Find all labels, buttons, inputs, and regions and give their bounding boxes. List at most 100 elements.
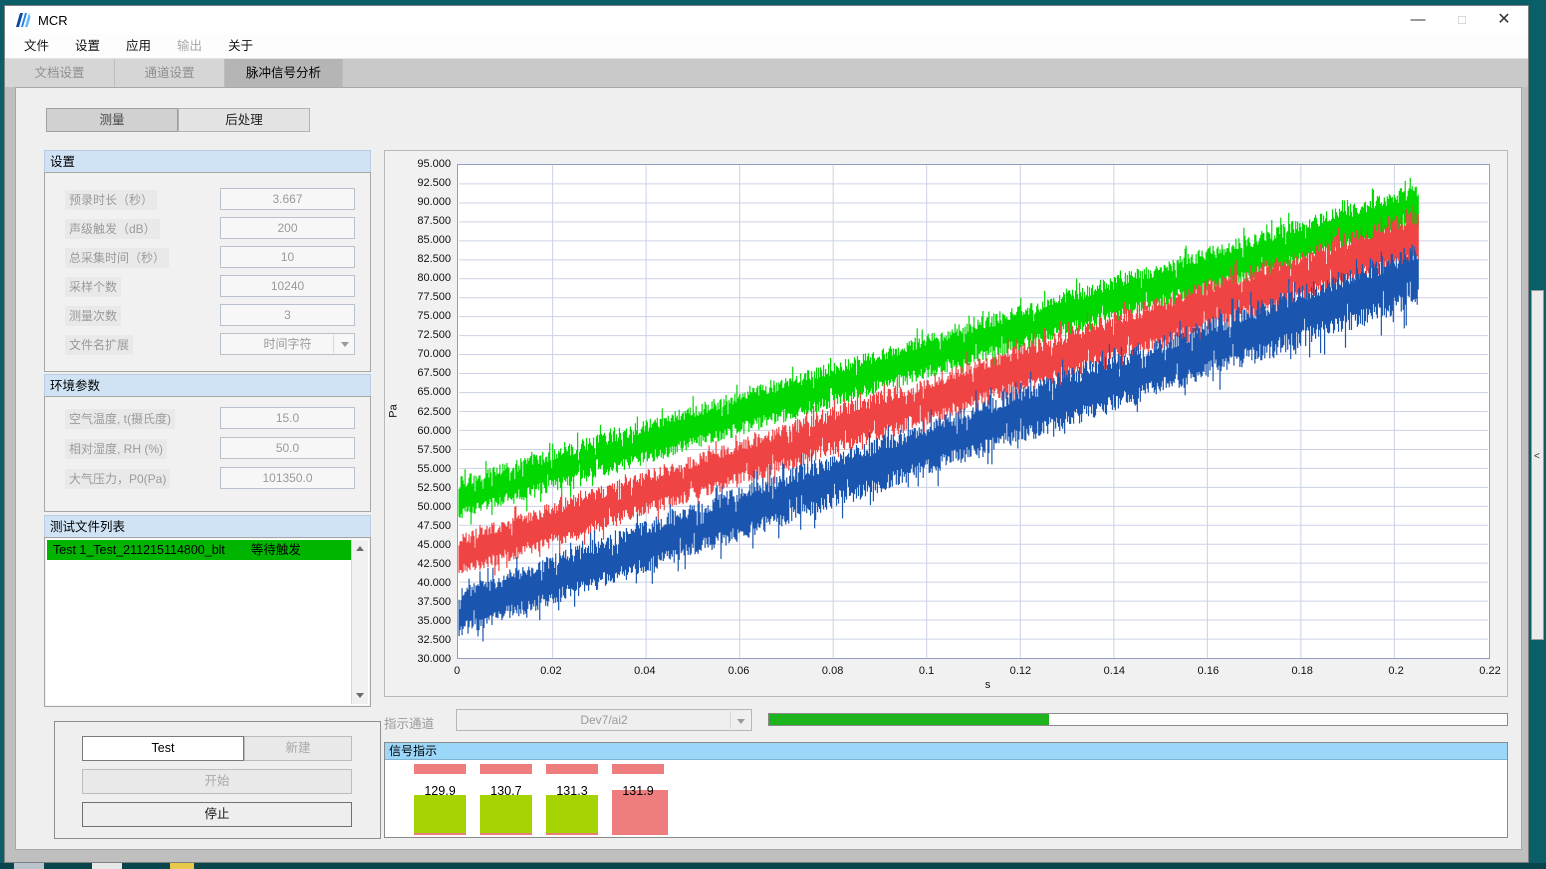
- tab-channel-settings[interactable]: 通道设置: [115, 59, 225, 87]
- test-file-listbox[interactable]: Test 1_Test_211215114800_blt等待触发: [46, 539, 369, 705]
- environment-group: 环境参数 空气温度, t(摄氏度) 15.0 相对湿度, RH (%) 50.0…: [44, 374, 371, 512]
- measure-times-field[interactable]: 3: [220, 304, 355, 326]
- y-tick-label: 55.000: [391, 463, 451, 475]
- signal-level-block: [480, 795, 532, 835]
- indicator-channel-label: 指示通道: [384, 713, 434, 732]
- scroll-down-icon[interactable]: [352, 687, 368, 703]
- settings-group: 设置 预录时长（秒） 3.667 声级触发（dB） 200 总采集时间（秒） 1…: [44, 150, 371, 372]
- level-trigger-field[interactable]: 200: [220, 217, 355, 239]
- tab-page: 测量 后处理 设置 预录时长（秒） 3.667 声级触发（dB） 200 总采集…: [15, 87, 1522, 850]
- y-tick-label: 65.000: [391, 386, 451, 398]
- menubar: 文件 设置 应用 输出 关于: [5, 34, 1528, 59]
- file-list-group: 测试文件列表 Test 1_Test_211215114800_blt等待触发: [44, 515, 371, 707]
- y-tick-label: 57.500: [391, 444, 451, 456]
- menu-settings[interactable]: 设置: [62, 34, 113, 59]
- menu-file[interactable]: 文件: [11, 34, 62, 59]
- signal-peak-strip: [414, 764, 466, 774]
- taskbar-item[interactable]: [170, 863, 194, 869]
- settings-group-header: 设置: [44, 150, 371, 172]
- stop-button[interactable]: 停止: [82, 802, 352, 827]
- y-tick-label: 87.500: [391, 215, 451, 227]
- x-tick-label: 0.08: [803, 665, 863, 677]
- file-list-header: 测试文件列表: [44, 515, 371, 537]
- test-name-field[interactable]: Test: [82, 736, 244, 761]
- menu-about[interactable]: 关于: [215, 34, 266, 59]
- x-tick-label: 0: [427, 665, 487, 677]
- prerecord-duration-field[interactable]: 3.667: [220, 188, 355, 210]
- pressure-field[interactable]: 101350.0: [220, 467, 355, 489]
- level-trigger-label: 声级触发（dB）: [65, 219, 160, 239]
- y-tick-label: 82.500: [391, 253, 451, 265]
- signal-indicator: 131.9: [610, 760, 666, 839]
- x-axis-label: s: [985, 679, 991, 691]
- y-tick-label: 67.500: [391, 367, 451, 379]
- acquisition-progress-bar: [768, 713, 1508, 726]
- filename-ext-combo[interactable]: 时间字符: [220, 333, 355, 355]
- total-time-field[interactable]: 10: [220, 246, 355, 268]
- y-tick-label: 32.500: [391, 634, 451, 646]
- signal-indicator: 131.3: [544, 760, 600, 839]
- test-file-status: 等待触发: [251, 543, 301, 557]
- chevron-left-icon: <: [1534, 451, 1540, 462]
- close-button[interactable]: ✕: [1482, 6, 1526, 34]
- y-tick-label: 50.000: [391, 501, 451, 513]
- taskbar-item[interactable]: [14, 863, 44, 869]
- progress-fill: [769, 714, 1049, 725]
- y-tick-label: 72.500: [391, 329, 451, 341]
- sample-count-field[interactable]: 10240: [220, 275, 355, 297]
- scroll-up-icon[interactable]: [352, 541, 368, 557]
- test-file-row[interactable]: Test 1_Test_211215114800_blt等待触发: [47, 540, 351, 560]
- y-axis-label: Pa: [388, 404, 400, 417]
- waveform-plot: [457, 164, 1490, 659]
- signal-level-block: [414, 795, 466, 835]
- x-tick-label: 0.22: [1460, 665, 1520, 677]
- x-tick-label: 0.12: [990, 665, 1050, 677]
- minimize-button[interactable]: —: [1396, 6, 1440, 34]
- indicator-channel-combo[interactable]: Dev7/ai2: [456, 709, 752, 731]
- tab-pulse-signal-analysis[interactable]: 脉冲信号分析: [225, 59, 343, 87]
- window-title: MCR: [38, 13, 68, 28]
- taskbar-item[interactable]: [92, 863, 122, 869]
- environment-group-header: 环境参数: [44, 374, 371, 396]
- y-tick-label: 85.000: [391, 234, 451, 246]
- app-window: MCR — □ ✕ 文件 设置 应用 输出 关于 文档设置 通道设置 脉冲信号分…: [4, 5, 1529, 863]
- x-tick-label: 0.14: [1084, 665, 1144, 677]
- start-button: 开始: [82, 769, 352, 794]
- x-tick-label: 0.1: [897, 665, 957, 677]
- combo-separator: [333, 335, 334, 353]
- maximize-button[interactable]: □: [1440, 6, 1484, 34]
- y-tick-label: 77.500: [391, 291, 451, 303]
- signal-peak-strip: [612, 764, 664, 774]
- signal-peak-strip: [546, 764, 598, 774]
- y-tick-label: 60.000: [391, 425, 451, 437]
- humidity-field[interactable]: 50.0: [220, 437, 355, 459]
- tab-document-settings[interactable]: 文档设置: [5, 59, 115, 87]
- air-temp-field[interactable]: 15.0: [220, 407, 355, 429]
- signal-indication-panel: 信号指示 129.9130.7131.3131.9: [384, 742, 1508, 838]
- measure-button[interactable]: 测量: [46, 108, 178, 132]
- chevron-down-icon: [341, 342, 349, 347]
- y-tick-label: 92.500: [391, 177, 451, 189]
- menu-application[interactable]: 应用: [113, 34, 164, 59]
- x-tick-label: 0.04: [615, 665, 675, 677]
- indicator-channel-value: Dev7/ai2: [580, 713, 627, 727]
- sidebar-collapse-handle[interactable]: <: [1531, 290, 1544, 640]
- desktop: MCR — □ ✕ 文件 设置 应用 输出 关于 文档设置 通道设置 脉冲信号分…: [0, 0, 1546, 869]
- y-tick-label: 47.500: [391, 520, 451, 532]
- signal-indication-header: 信号指示: [385, 743, 1507, 760]
- app-logo-icon: [15, 12, 31, 28]
- y-tick-label: 45.000: [391, 539, 451, 551]
- filename-ext-value: 时间字符: [263, 337, 311, 351]
- list-scrollbar[interactable]: [351, 540, 368, 704]
- signal-indicator: 130.7: [478, 760, 534, 839]
- prerecord-duration-label: 预录时长（秒）: [65, 190, 157, 210]
- y-tick-label: 35.000: [391, 615, 451, 627]
- x-tick-label: 0.06: [709, 665, 769, 677]
- x-tick-label: 0.16: [1178, 665, 1238, 677]
- x-tick-label: 0.18: [1272, 665, 1332, 677]
- filename-ext-label: 文件名扩展: [65, 335, 133, 355]
- control-button-group: Test 新建 开始 停止: [54, 721, 381, 839]
- titlebar: MCR — □ ✕: [5, 6, 1528, 34]
- sample-count-label: 采样个数: [65, 277, 121, 297]
- postprocess-button[interactable]: 后处理: [178, 108, 310, 132]
